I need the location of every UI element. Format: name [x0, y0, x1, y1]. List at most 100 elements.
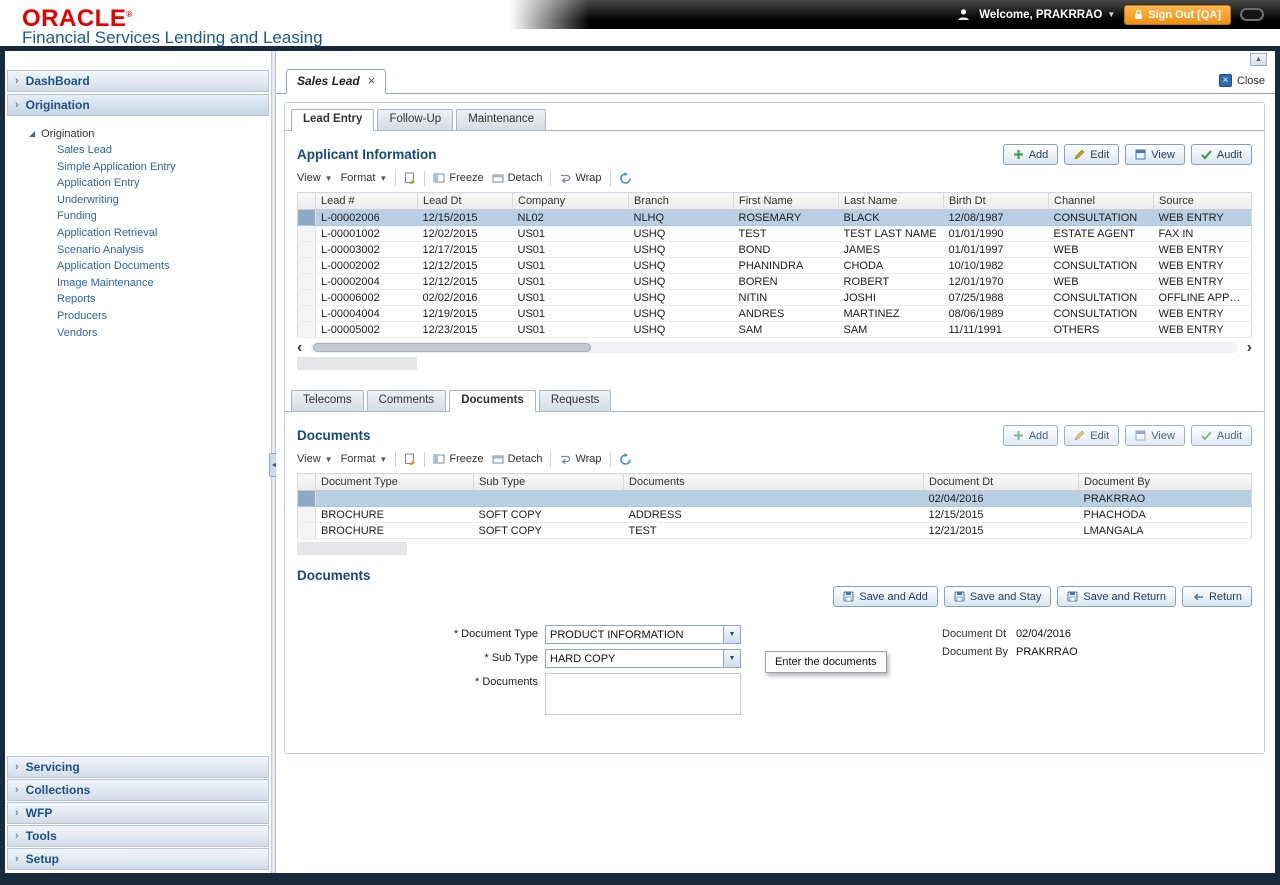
refresh-icon[interactable]	[619, 172, 632, 185]
collapse-panel-button[interactable]: ▲	[1250, 53, 1267, 66]
export-icon[interactable]	[404, 172, 416, 184]
table-row[interactable]: BROCHURESOFT COPYADDRESS12/15/2015PHACHO…	[298, 507, 1252, 523]
table-row[interactable]: L-0000400412/19/2015US01USHQANDRESMARTIN…	[298, 306, 1252, 322]
table-row[interactable]: L-0000300212/17/2015US01USHQBONDJAMES01/…	[298, 242, 1252, 258]
tab-documents[interactable]: Documents	[449, 390, 536, 412]
tab-lead-entry[interactable]: Lead Entry	[291, 109, 374, 131]
row-selector[interactable]	[298, 258, 316, 274]
column-header-documents[interactable]: Documents	[624, 474, 924, 491]
table-row[interactable]: L-0000200412/12/2015US01USHQBORENROBERT1…	[298, 274, 1252, 290]
close-button[interactable]: × Close	[1219, 74, 1265, 87]
tree-expand-icon[interactable]: ◢	[29, 129, 35, 138]
table-row[interactable]: L-0000500212/23/2015US01USHQSAMSAM11/11/…	[298, 322, 1252, 338]
freeze-button[interactable]: Freeze	[433, 172, 483, 184]
docs-export-icon[interactable]	[404, 453, 416, 465]
row-selector[interactable]	[298, 507, 316, 523]
view-menu[interactable]: View▼	[297, 172, 333, 184]
sign-out-button[interactable]: Sign Out [QA]	[1124, 5, 1231, 25]
tab-close-icon[interactable]: ×	[368, 76, 376, 86]
scroll-right-icon[interactable]: ›	[1247, 343, 1252, 353]
sidebar-item-funding[interactable]: Funding	[5, 208, 271, 225]
row-selector[interactable]	[298, 210, 316, 226]
column-header-company[interactable]: Company	[513, 193, 629, 210]
add-button[interactable]: Add	[1003, 144, 1059, 165]
audit-button[interactable]: Audit	[1191, 144, 1252, 165]
sidebar-item-application-retrieval[interactable]: Application Retrieval	[5, 225, 271, 242]
sidebar-section-tools[interactable]: › Tools	[7, 825, 269, 847]
column-header-first-name[interactable]: First Name	[734, 193, 839, 210]
column-header-lead-dt[interactable]: Lead Dt	[418, 193, 513, 210]
sidebar-item-application-documents[interactable]: Application Documents	[5, 258, 271, 275]
row-selector[interactable]	[298, 226, 316, 242]
column-header-birth-dt[interactable]: Birth Dt	[944, 193, 1049, 210]
column-header-document-type[interactable]: Document Type	[316, 474, 474, 491]
row-selector[interactable]	[298, 274, 316, 290]
column-header-document-dt[interactable]: Document Dt	[924, 474, 1079, 491]
sidebar-section-origination[interactable]: › Origination	[7, 94, 269, 116]
detach-button[interactable]: Detach	[492, 172, 543, 184]
column-header-last-name[interactable]: Last Name	[839, 193, 944, 210]
docs-freeze-button[interactable]: Freeze	[433, 453, 483, 465]
column-header-source[interactable]: Source	[1154, 193, 1252, 210]
sidebar-item-producers[interactable]: Producers	[5, 308, 271, 325]
format-menu[interactable]: Format▼	[341, 172, 388, 184]
edit-button[interactable]: Edit	[1064, 144, 1119, 165]
tab-sales-lead[interactable]: Sales Lead ×	[286, 69, 386, 94]
tab-telecoms[interactable]: Telecoms	[291, 390, 364, 412]
save-and-return-button[interactable]: Save and Return	[1057, 586, 1176, 607]
sidebar-section-collections[interactable]: › Collections	[7, 779, 269, 801]
sidebar-item-sales-lead[interactable]: Sales Lead	[5, 142, 271, 159]
column-header-lead[interactable]: Lead #	[316, 193, 418, 210]
return-button[interactable]: Return	[1182, 586, 1252, 607]
view-button[interactable]: View	[1125, 144, 1185, 165]
row-selector[interactable]	[298, 491, 316, 507]
oval-toggle-icon[interactable]	[1240, 8, 1264, 21]
column-header-channel[interactable]: Channel	[1049, 193, 1154, 210]
docs-wrap-button[interactable]: Wrap	[559, 453, 601, 465]
sidebar-item-image-maintenance[interactable]: Image Maintenance	[5, 275, 271, 292]
save-and-add-button[interactable]: Save and Add	[833, 586, 938, 607]
sidebar-item-underwriting[interactable]: Underwriting	[5, 192, 271, 209]
table-row[interactable]: BROCHURESOFT COPYTEST12/21/2015LMANGALA	[298, 523, 1252, 539]
sub-type-select[interactable]: HARD COPY ▼	[545, 649, 741, 668]
sidebar-section-wfp[interactable]: › WFP	[7, 802, 269, 824]
column-header-branch[interactable]: Branch	[629, 193, 734, 210]
table-row[interactable]: L-0000200212/12/2015US01USHQPHANINDRACHO…	[298, 258, 1252, 274]
sidebar-section-servicing[interactable]: › Servicing	[7, 756, 269, 778]
documents-textarea[interactable]	[545, 673, 741, 715]
docs-audit-button[interactable]: Audit	[1191, 425, 1252, 446]
sidebar-item-vendors[interactable]: Vendors	[5, 325, 271, 342]
user-menu[interactable]: Welcome, PRAKRRAO ▼	[979, 9, 1115, 21]
column-header-sub-type[interactable]: Sub Type	[474, 474, 624, 491]
scrollbar-track[interactable]	[311, 342, 1237, 353]
row-selector[interactable]	[298, 322, 316, 338]
docs-view-menu[interactable]: View▼	[297, 453, 333, 465]
docs-edit-button[interactable]: Edit	[1064, 425, 1119, 446]
scrollbar-thumb[interactable]	[313, 343, 591, 352]
row-selector[interactable]	[298, 306, 316, 322]
sidebar-section-dashboard[interactable]: › DashBoard	[7, 70, 269, 92]
save-and-stay-button[interactable]: Save and Stay	[944, 586, 1052, 607]
sidebar-section-setup[interactable]: › Setup	[7, 848, 269, 870]
tab-maintenance[interactable]: Maintenance	[456, 109, 546, 131]
sidebar-item-scenario-analysis[interactable]: Scenario Analysis	[5, 242, 271, 259]
tab-requests[interactable]: Requests	[539, 390, 612, 412]
table-row[interactable]: 02/04/2016PRAKRRAO	[298, 491, 1252, 507]
docs-add-button[interactable]: Add	[1003, 425, 1059, 446]
sidebar-item-simple-application-entry[interactable]: Simple Application Entry	[5, 159, 271, 176]
docs-view-button[interactable]: View	[1125, 425, 1185, 446]
scroll-left-icon[interactable]: ‹	[297, 343, 302, 353]
table-row[interactable]: L-0000100212/02/2015US01USHQTESTTEST LAS…	[298, 226, 1252, 242]
docs-detach-button[interactable]: Detach	[492, 453, 543, 465]
tab-follow-up[interactable]: Follow-Up	[377, 109, 453, 131]
row-selector[interactable]	[298, 290, 316, 306]
sidebar-item-application-entry[interactable]: Application Entry	[5, 175, 271, 192]
sidebar-item-reports[interactable]: Reports	[5, 291, 271, 308]
table-row[interactable]: L-0000600202/02/2016US01USHQNITINJOSHI07…	[298, 290, 1252, 306]
docs-format-menu[interactable]: Format▼	[341, 453, 388, 465]
docs-refresh-icon[interactable]	[619, 453, 632, 466]
tab-comments[interactable]: Comments	[367, 390, 447, 412]
row-selector[interactable]	[298, 242, 316, 258]
table-row[interactable]: L-0000200612/15/2015NL02NLHQROSEMARYBLAC…	[298, 210, 1252, 226]
tree-node-origination[interactable]: ◢ Origination	[5, 125, 271, 142]
